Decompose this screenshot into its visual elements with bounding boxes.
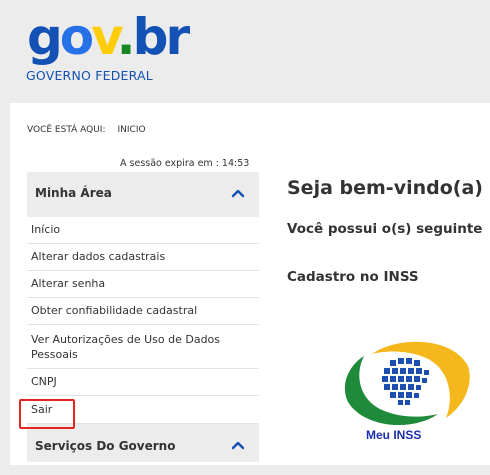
welcome-heading: Seja bem-vindo(a) xyxy=(287,177,483,199)
section-title: Serviços Do Governo xyxy=(35,439,176,453)
session-timer: A sessão expira em : 14:53 xyxy=(120,158,250,169)
logo-letter: o xyxy=(59,8,94,66)
chevron-up-icon[interactable] xyxy=(231,439,245,451)
section-title: Minha Área xyxy=(35,186,112,200)
logo-dot: . xyxy=(116,8,136,66)
main-content: VOCÊ ESTÁ AQUI: INICIO A sessão expira em… xyxy=(10,103,490,465)
breadcrumb: VOCÊ ESTÁ AQUI: INICIO xyxy=(27,125,146,135)
services-heading: Você possui o(s) seguinte xyxy=(287,221,483,237)
sair-highlight-box xyxy=(19,399,75,429)
sidebar-item-autorizacoes[interactable]: Ver Autorizações de Uso de Dados Pessoai… xyxy=(27,325,259,369)
sidebar-item-cnpj[interactable]: CNPJ xyxy=(27,369,259,396)
section-minha-area-header[interactable]: Minha Área xyxy=(27,172,259,217)
logo-letter: v xyxy=(91,8,119,66)
sidebar-item-confiabilidade[interactable]: Obter confiabilidade cadastral xyxy=(27,298,259,325)
chevron-up-icon[interactable] xyxy=(231,187,245,199)
sidebar-item-label: Alterar senha xyxy=(31,277,106,290)
sidebar-item-label: Obter confiabilidade cadastral xyxy=(31,304,198,317)
breadcrumb-current[interactable]: INICIO xyxy=(118,125,146,135)
sidebar-item-label: Ver Autorizações de Uso de Dados Pessoai… xyxy=(31,333,221,361)
meu-inss-logo[interactable] xyxy=(342,336,472,428)
governo-federal-label: GOVERNO FEDERAL xyxy=(26,68,153,83)
sidebar-item-label: Alterar dados cadastrais xyxy=(31,250,166,263)
govbr-logo[interactable]: gov.br xyxy=(27,12,190,62)
breadcrumb-label: VOCÊ ESTÁ AQUI: xyxy=(27,125,106,135)
sidebar-item-alterar-dados[interactable]: Alterar dados cadastrais xyxy=(27,244,259,271)
logo-letter: r xyxy=(165,8,190,66)
section-servicos-header[interactable]: Serviços Do Governo xyxy=(27,424,259,462)
page-bottom-strip xyxy=(0,465,490,475)
sidebar-item-alterar-senha[interactable]: Alterar senha xyxy=(27,271,259,298)
logo-letter: b xyxy=(132,8,169,66)
site-header: gov.br GOVERNO FEDERAL xyxy=(0,0,490,103)
sidebar-item-label: CNPJ xyxy=(31,375,57,388)
meu-inss-label: Meu INSS xyxy=(366,428,422,442)
sidebar-item-inicio[interactable]: Início xyxy=(27,217,259,244)
logo-letter: g xyxy=(27,8,63,66)
sidebar-item-label: Início xyxy=(31,223,61,236)
cadastro-inss-heading: Cadastro no INSS xyxy=(287,269,419,285)
